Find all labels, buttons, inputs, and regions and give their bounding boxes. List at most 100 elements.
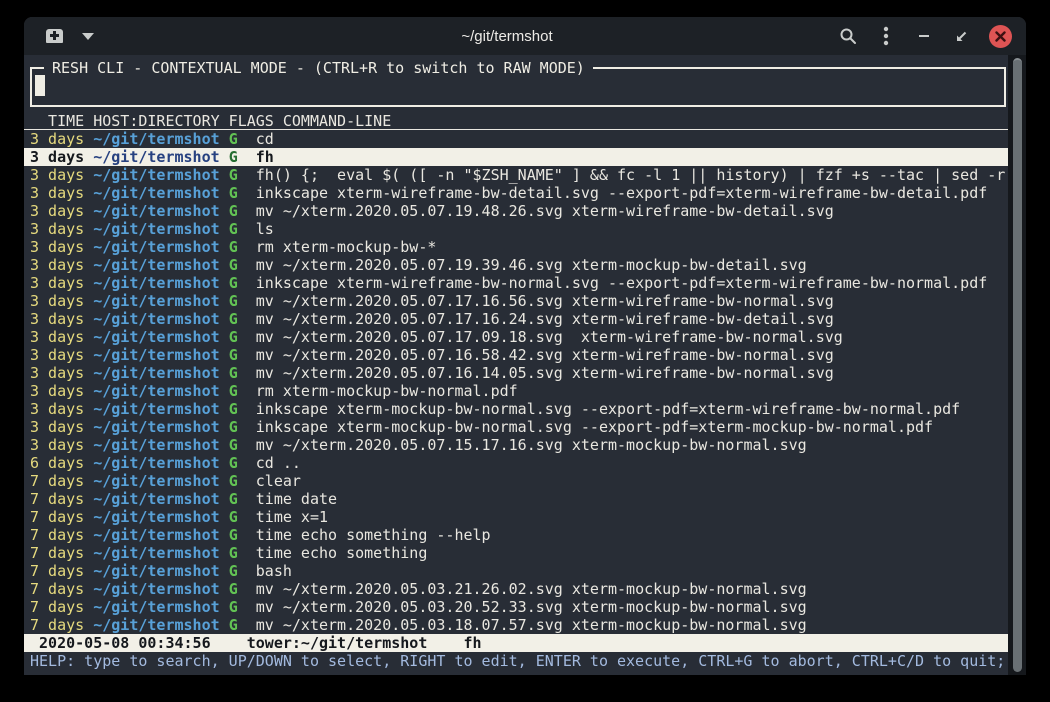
row-host-directory: ~/git/termshot	[93, 472, 228, 490]
history-row[interactable]: 7 days ~/git/termshot G time x=1	[24, 508, 1008, 526]
row-flags: G	[229, 166, 256, 184]
restore-button[interactable]	[950, 24, 974, 48]
history-row[interactable]: 3 days ~/git/termshot G cd	[24, 130, 1008, 148]
history-row[interactable]: 3 days ~/git/termshot G rm xterm-mockup-…	[24, 238, 1008, 256]
history-row[interactable]: 3 days ~/git/termshot G ls	[24, 220, 1008, 238]
row-time: 6 days	[30, 454, 93, 472]
history-row[interactable]: 7 days ~/git/termshot G mv ~/xterm.2020.…	[24, 580, 1008, 598]
row-host-directory: ~/git/termshot	[93, 544, 228, 562]
row-flags: G	[229, 544, 256, 562]
row-host-directory: ~/git/termshot	[93, 346, 228, 364]
history-row[interactable]: 3 days ~/git/termshot G inkscape xterm-m…	[24, 400, 1008, 418]
history-row[interactable]: 3 days ~/git/termshot G mv ~/xterm.2020.…	[24, 310, 1008, 328]
row-host-directory: ~/git/termshot	[93, 292, 228, 310]
row-time: 7 days	[30, 580, 93, 598]
resh-cli-app: RESH CLI - CONTEXTUAL MODE - (CTRL+R to …	[24, 55, 1008, 675]
row-command: bash	[256, 562, 292, 580]
new-tab-icon	[46, 29, 63, 43]
history-row[interactable]: 7 days ~/git/termshot G time echo someth…	[24, 526, 1008, 544]
row-time: 3 days	[30, 292, 93, 310]
row-command: inkscape xterm-mockup-bw-normal.svg --ex…	[256, 418, 933, 436]
row-time: 3 days	[30, 148, 93, 166]
history-row[interactable]: 7 days ~/git/termshot G bash	[24, 562, 1008, 580]
new-tab-button[interactable]	[42, 24, 66, 48]
row-time: 7 days	[30, 472, 93, 490]
titlebar-right	[792, 24, 1026, 48]
row-host-directory: ~/git/termshot	[93, 148, 228, 166]
row-host-directory: ~/git/termshot	[93, 274, 228, 292]
row-flags: G	[229, 274, 256, 292]
row-time: 7 days	[30, 508, 93, 526]
row-host-directory: ~/git/termshot	[93, 454, 228, 472]
tab-menu-button[interactable]	[76, 24, 100, 48]
search-button[interactable]	[836, 24, 860, 48]
history-row[interactable]: 3 days ~/git/termshot G mv ~/xterm.2020.…	[24, 202, 1008, 220]
row-host-directory: ~/git/termshot	[93, 436, 228, 454]
row-flags: G	[229, 310, 256, 328]
history-row[interactable]: 3 days ~/git/termshot G inkscape xterm-m…	[24, 418, 1008, 436]
row-command: mv ~/xterm.2020.05.07.16.58.42.svg xterm…	[256, 346, 834, 364]
row-host-directory: ~/git/termshot	[93, 166, 228, 184]
row-host-directory: ~/git/termshot	[93, 328, 228, 346]
row-command: mv ~/xterm.2020.05.03.18.07.57.svg xterm…	[256, 616, 807, 634]
history-row[interactable]: 7 days ~/git/termshot G clear	[24, 472, 1008, 490]
row-host-directory: ~/git/termshot	[93, 490, 228, 508]
history-row[interactable]: 3 days ~/git/termshot G inkscape xterm-w…	[24, 274, 1008, 292]
history-row[interactable]: 7 days ~/git/termshot G time date	[24, 490, 1008, 508]
history-row[interactable]: 3 days ~/git/termshot G inkscape xterm-w…	[24, 184, 1008, 202]
row-command: mv ~/xterm.2020.05.07.16.14.05.svg xterm…	[256, 364, 834, 382]
row-host-directory: ~/git/termshot	[93, 526, 228, 544]
row-time: 7 days	[30, 598, 93, 616]
history-row[interactable]: 3 days ~/git/termshot G mv ~/xterm.2020.…	[24, 256, 1008, 274]
row-flags: G	[229, 130, 256, 148]
row-command: rm xterm-mockup-bw-*	[256, 238, 437, 256]
scrollbar-thumb[interactable]	[1013, 58, 1022, 672]
history-row[interactable]: 6 days ~/git/termshot G cd ..	[24, 454, 1008, 472]
row-time: 3 days	[30, 364, 93, 382]
history-row[interactable]: 3 days ~/git/termshot G mv ~/xterm.2020.…	[24, 346, 1008, 364]
row-host-directory: ~/git/termshot	[93, 418, 228, 436]
search-input-box[interactable]: RESH CLI - CONTEXTUAL MODE - (CTRL+R to …	[30, 67, 1006, 107]
row-command: rm xterm-mockup-bw-normal.pdf	[256, 382, 518, 400]
row-flags: G	[229, 526, 256, 544]
row-flags: G	[229, 472, 256, 490]
selected-entry-status-bar: 2020-05-08 00:34:56 tower:~/git/termshot…	[24, 634, 1008, 652]
row-time: 3 days	[30, 220, 93, 238]
history-row[interactable]: 3 days ~/git/termshot G mv ~/xterm.2020.…	[24, 328, 1008, 346]
row-time: 3 days	[30, 310, 93, 328]
row-flags: G	[229, 562, 256, 580]
row-command: time date	[256, 490, 337, 508]
row-time: 3 days	[30, 274, 93, 292]
history-row[interactable]: 3 days ~/git/termshot G fh() {; eval $( …	[24, 166, 1008, 184]
row-time: 3 days	[30, 202, 93, 220]
row-command: mv ~/xterm.2020.05.07.17.16.56.svg xterm…	[256, 292, 834, 310]
history-row[interactable]: 3 days ~/git/termshot G mv ~/xterm.2020.…	[24, 364, 1008, 382]
history-row[interactable]: 7 days ~/git/termshot G mv ~/xterm.2020.…	[24, 598, 1008, 616]
history-row[interactable]: 3 days ~/git/termshot G rm xterm-mockup-…	[24, 382, 1008, 400]
history-row[interactable]: 7 days ~/git/termshot G time echo someth…	[24, 544, 1008, 562]
row-command: mv ~/xterm.2020.05.07.19.39.46.svg xterm…	[256, 256, 807, 274]
row-command: fh() {; eval $( ([ -n "$ZSH_NAME" ] && f…	[256, 166, 1006, 184]
row-time: 3 days	[30, 184, 93, 202]
menu-button[interactable]	[874, 24, 898, 48]
row-flags: G	[229, 292, 256, 310]
scrollbar-track[interactable]	[1008, 55, 1026, 675]
row-time: 7 days	[30, 490, 93, 508]
history-row[interactable]: 3 days ~/git/termshot G mv ~/xterm.2020.…	[24, 292, 1008, 310]
row-command: mv ~/xterm.2020.05.07.15.17.16.svg xterm…	[256, 436, 807, 454]
history-row[interactable]: 7 days ~/git/termshot G mv ~/xterm.2020.…	[24, 616, 1008, 634]
text-cursor	[35, 75, 45, 96]
minimize-button[interactable]	[912, 24, 936, 48]
history-row-selected[interactable]: 3 days ~/git/termshot G fh	[24, 148, 1008, 166]
row-host-directory: ~/git/termshot	[93, 184, 228, 202]
row-time: 3 days	[30, 436, 93, 454]
close-button[interactable]	[988, 24, 1012, 48]
row-flags: G	[229, 436, 256, 454]
row-flags: G	[229, 580, 256, 598]
row-flags: G	[229, 490, 256, 508]
titlebar-left	[24, 24, 222, 48]
history-row[interactable]: 3 days ~/git/termshot G mv ~/xterm.2020.…	[24, 436, 1008, 454]
history-table-header: TIME HOST:DIRECTORY FLAGS COMMAND-LINE	[24, 112, 1008, 130]
row-time: 7 days	[30, 562, 93, 580]
chevron-down-icon	[82, 33, 94, 40]
